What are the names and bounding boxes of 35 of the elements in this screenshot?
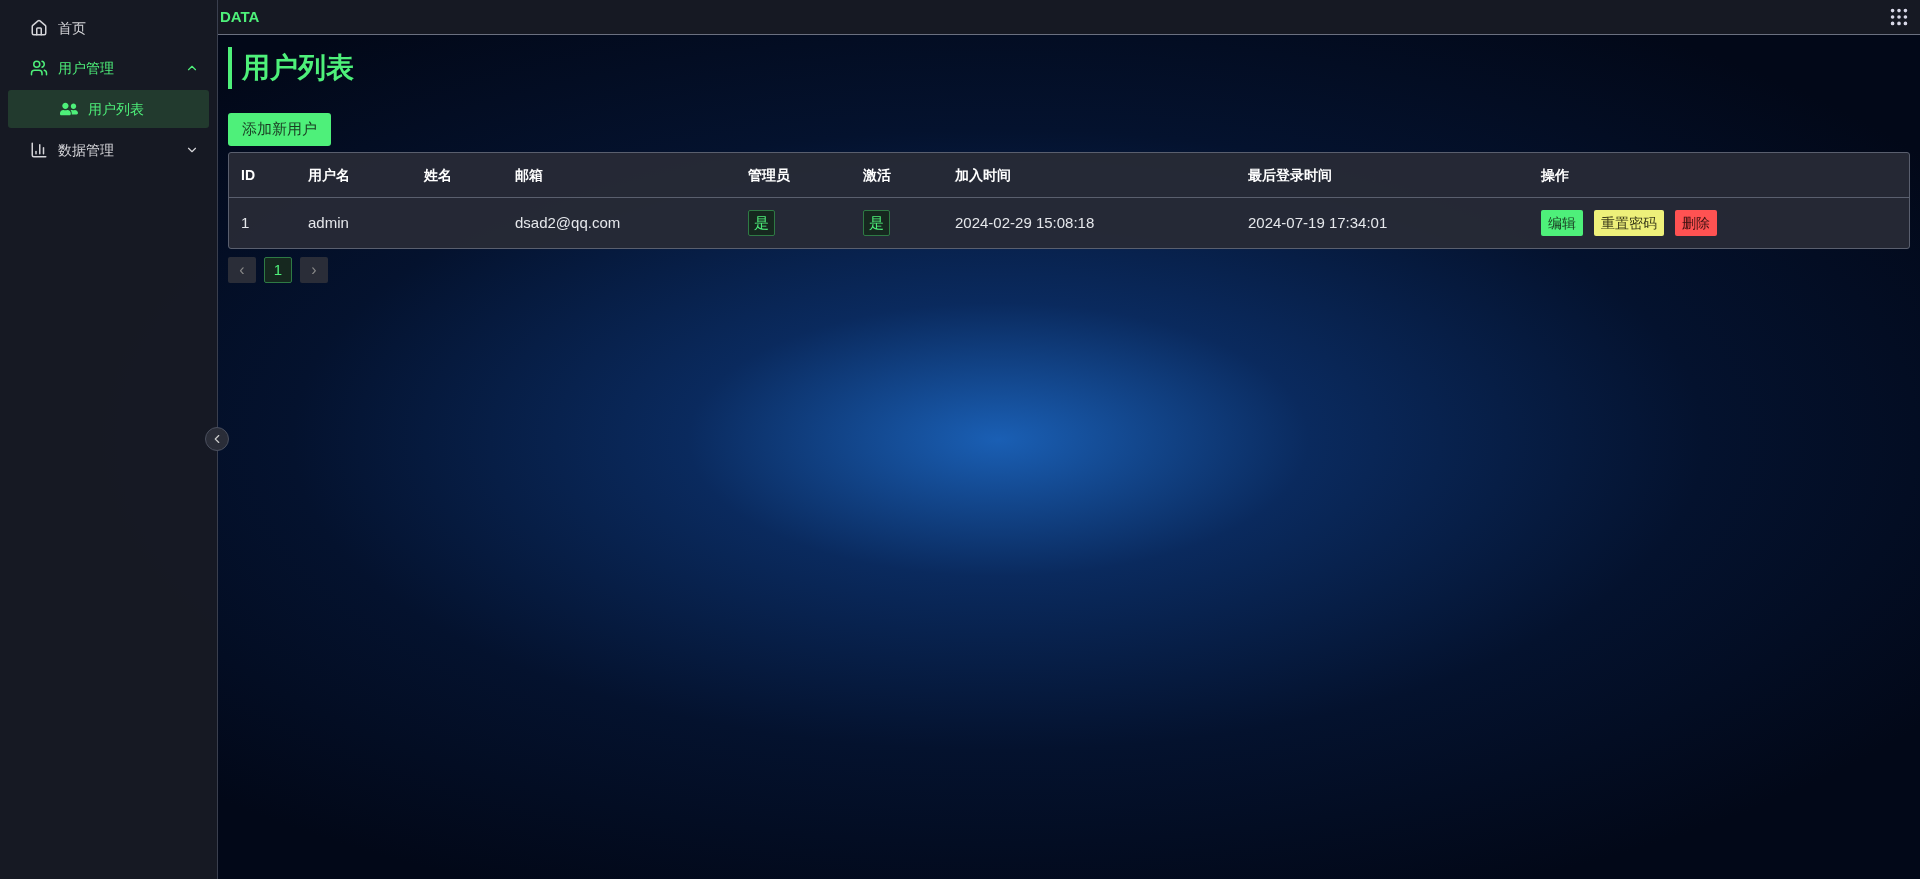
collapse-button[interactable]: [205, 427, 229, 451]
table-cell: dsad2@qq.com: [515, 213, 621, 231]
bar-chart-icon: [30, 141, 48, 159]
yes-tag: 是: [748, 209, 775, 237]
column-header: 最后登录时间: [1248, 166, 1332, 183]
delete-button[interactable]: 删除: [1675, 210, 1717, 236]
add-user-button[interactable]: 添加新用户: [228, 113, 331, 146]
table-cell: 2024-07-19 17:34:01: [1248, 213, 1388, 231]
home-icon: [30, 19, 48, 37]
column-header: 管理员: [748, 166, 790, 183]
table-cell: 1: [241, 213, 250, 231]
page-button[interactable]: 1: [264, 257, 292, 283]
edit-button[interactable]: 编辑: [1541, 210, 1583, 236]
column-header: 用户名: [308, 166, 350, 183]
column-header: 邮箱: [515, 166, 543, 183]
prev-page-button[interactable]: ‹: [228, 257, 256, 283]
users-icon: [60, 100, 78, 118]
page-title: 用户列表: [228, 47, 1910, 89]
column-header: ID: [241, 166, 255, 183]
apps-grid-icon[interactable]: [1888, 6, 1910, 28]
nav-item[interactable]: 数据管理: [8, 130, 209, 170]
nav-item[interactable]: 首页: [8, 8, 209, 48]
brand-text: DATA: [220, 6, 260, 27]
next-page-button[interactable]: ›: [300, 257, 328, 283]
nav-item[interactable]: 用户管理: [8, 48, 209, 88]
table-cell: 2024-02-29 15:08:18: [955, 213, 1095, 231]
column-header: 操作: [1541, 166, 1569, 183]
column-header: 加入时间: [955, 166, 1011, 183]
reset-password-button[interactable]: 重置密码: [1594, 210, 1664, 236]
column-header: 激活: [863, 166, 891, 183]
table-cell: admin: [308, 213, 349, 231]
users-icon: [30, 59, 48, 77]
column-header: 姓名: [424, 166, 452, 183]
nav-subitem[interactable]: 用户列表: [8, 90, 209, 128]
yes-tag: 是: [863, 209, 890, 237]
